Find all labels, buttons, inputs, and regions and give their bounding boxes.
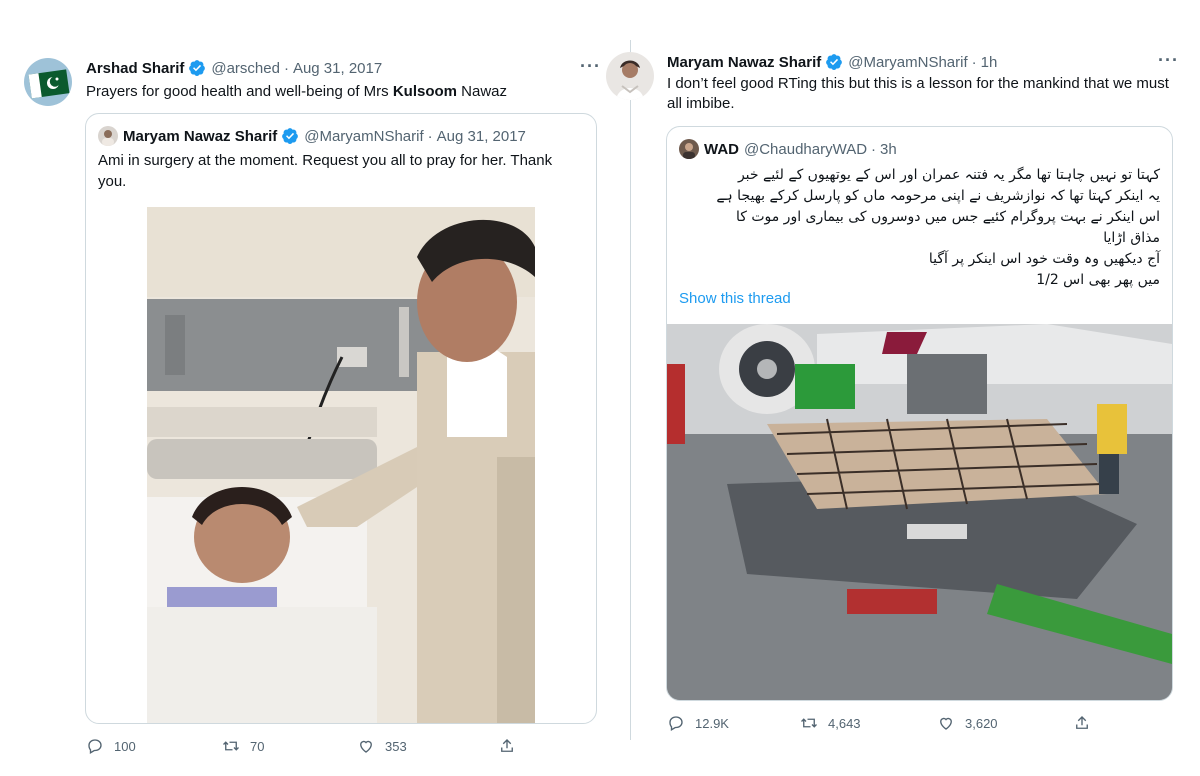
retweet-button[interactable]: 4,643 [800, 714, 861, 732]
separator-dot: · [971, 53, 977, 71]
reply-icon [669, 716, 683, 731]
author-name[interactable]: Arshad Sharif [86, 60, 184, 77]
more-icon[interactable]: ··· [1158, 50, 1179, 71]
profile-photo-image [606, 52, 654, 100]
quoted-author-handle[interactable]: @MaryamNSharif [304, 128, 423, 145]
quoted-author-name[interactable]: WAD [704, 141, 739, 158]
tweet-text-part: Nawaz [457, 83, 508, 100]
like-icon [940, 717, 952, 730]
quoted-tweet-urdu-line-4: مذاق اڑایا [1103, 230, 1160, 246]
separator-dot: · [871, 140, 877, 158]
verified-badge-icon [282, 128, 299, 144]
hospital-photo[interactable] [147, 207, 535, 723]
tweet-time[interactable]: 1h [981, 54, 998, 71]
quoted-tweet-urdu-line-2: یہ اینکر کہتا تھا کہ نوازشریف نے اپنی مر… [716, 188, 1160, 204]
avatar-arshad-sharif[interactable] [24, 58, 72, 106]
quoted-tweet-urdu-line-5: آج دیکھیں وہ وقت خود اس اینکر پر آگیا [928, 251, 1160, 267]
verified-badge-icon [826, 54, 843, 70]
separator-dot: · [427, 127, 433, 145]
retweet-count: 4,643 [828, 715, 861, 731]
like-icon [360, 740, 372, 753]
reply-button[interactable]: 12.9K [667, 714, 729, 732]
retweet-button[interactable]: 70 [222, 737, 264, 755]
reply-button[interactable]: 100 [86, 737, 136, 755]
reply-count: 12.9K [695, 715, 729, 731]
column-divider [630, 40, 631, 740]
avatar-maryam-nawaz[interactable] [606, 52, 654, 100]
like-count: 3,620 [965, 715, 998, 731]
like-button[interactable]: 3,620 [937, 714, 998, 732]
hospital-photo-image [147, 207, 535, 723]
share-button[interactable] [498, 737, 526, 755]
quoted-tweet-urdu-line-1: کہتا تو نہیں چاہتا تھا مگر یہ فتنہ عمران… [737, 167, 1160, 183]
quoted-tweet-time[interactable]: Aug 31, 2017 [437, 128, 526, 145]
airport-cargo-photo-image [667, 324, 1172, 700]
quoted-tweet[interactable]: WAD @ChaudharyWAD · 3h کہتا تو نہیں چاہت… [666, 126, 1173, 701]
retweet-icon [223, 741, 239, 751]
tweet-text-bold: Kulsoom [392, 83, 457, 100]
quoted-tweet-urdu-line-6: میں پھر بھی اس 1/2 [1036, 272, 1160, 288]
retweet-count: 70 [250, 738, 265, 754]
separator-dot: · [283, 59, 289, 77]
quoted-tweet-text: Ami in surgery at the moment. Request yo… [98, 152, 553, 190]
like-count: 353 [385, 738, 407, 754]
quoted-author-avatar [98, 126, 118, 146]
share-button[interactable] [1073, 714, 1101, 732]
pakistan-flag-avatar-image [24, 58, 72, 106]
quoted-author-avatar [679, 139, 699, 159]
show-thread-link[interactable]: Show this thread [679, 290, 791, 307]
quoted-author-handle[interactable]: @ChaudharyWAD [744, 141, 867, 158]
quoted-tweet-time[interactable]: 3h [880, 141, 897, 158]
tweet-text: I don’t feel good RTing this but this is… [667, 75, 1169, 112]
share-icon [1076, 716, 1088, 729]
quoted-tweet-urdu-line-3: اس اینکر نے بہت پروگرام کئیے جس میں دوسر… [735, 209, 1160, 225]
quoted-tweet[interactable]: Maryam Nawaz Sharif @MaryamNSharif · Aug… [85, 113, 597, 724]
like-button[interactable]: 353 [357, 737, 407, 755]
verified-badge-icon [189, 60, 206, 76]
tweet-time[interactable]: Aug 31, 2017 [293, 60, 382, 77]
share-icon [501, 739, 513, 752]
quoted-author-name[interactable]: Maryam Nawaz Sharif [123, 128, 277, 145]
retweet-icon [801, 718, 817, 728]
tweet-text-part: Prayers for good health and well-being o… [86, 83, 393, 100]
cargo-photo[interactable] [667, 324, 1172, 700]
tweet-text: Prayers for good health and well-being o… [86, 82, 596, 102]
author-handle[interactable]: @arsched [211, 60, 280, 77]
author-handle[interactable]: @MaryamNSharif [848, 54, 967, 71]
reply-count: 100 [114, 738, 136, 754]
author-name[interactable]: Maryam Nawaz Sharif [667, 54, 821, 71]
more-icon[interactable]: ··· [580, 56, 601, 77]
reply-icon [88, 739, 102, 754]
